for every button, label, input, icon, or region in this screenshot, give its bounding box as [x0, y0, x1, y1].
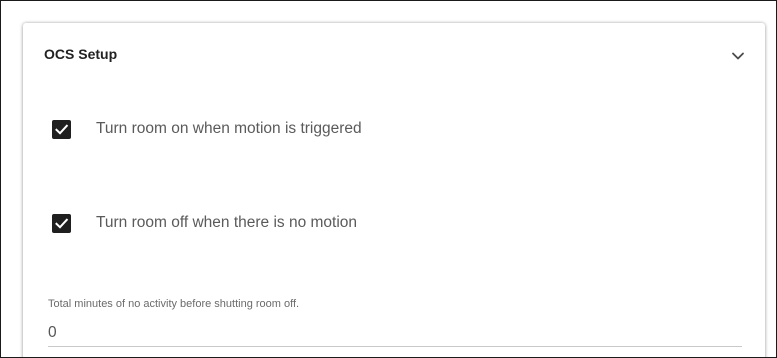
checkmark-icon: [55, 123, 69, 135]
panel-title: OCS Setup: [44, 46, 118, 62]
checkmark-icon: [55, 217, 69, 229]
chevron-down-icon[interactable]: [730, 48, 746, 64]
motion-on-option[interactable]: Turn room on when motion is triggered: [52, 117, 362, 141]
motion-on-checkbox[interactable]: [52, 119, 71, 139]
motion-off-checkbox[interactable]: [52, 213, 71, 233]
timeout-minutes-input[interactable]: [48, 319, 742, 347]
motion-off-label: Turn room off when there is no motion: [96, 214, 358, 231]
ocs-setup-panel: OCS Setup Turn room on when motion is tr…: [23, 23, 765, 357]
window-frame: OCS Setup Turn room on when motion is tr…: [0, 0, 777, 358]
ocs-setup-panel-header[interactable]: OCS Setup: [23, 23, 765, 87]
motion-on-label: Turn room on when motion is triggered: [96, 120, 362, 137]
motion-off-option[interactable]: Turn room off when there is no motion: [52, 211, 357, 235]
timeout-minutes-label: Total minutes of no activity before shut…: [48, 298, 300, 310]
